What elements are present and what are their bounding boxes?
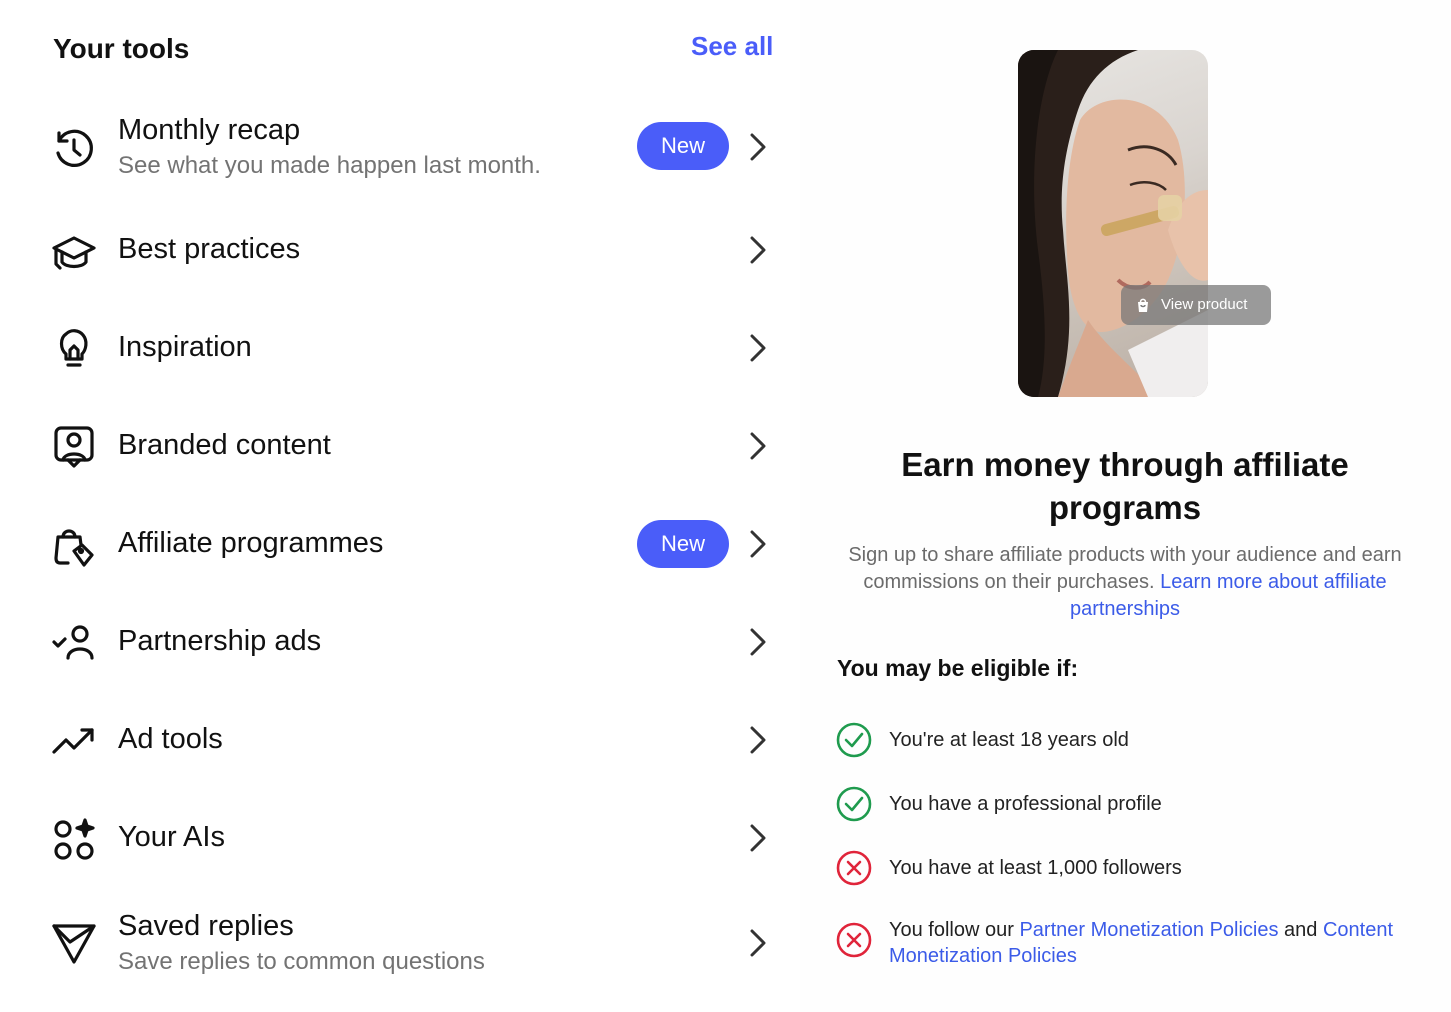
tool-row-inspiration[interactable]: Inspiration [0,304,800,394]
shopping-bag-icon [1138,298,1148,312]
tool-subtitle: See what you made happen last month. [118,152,541,179]
tool-row-saved-replies[interactable]: Saved replies Save replies to common que… [0,898,800,988]
your-tools-panel: Your tools See all Monthly recap See wha… [0,0,800,1012]
eligibility-heading: You may be eligible if: [837,655,1079,681]
tool-row-ad-tools[interactable]: Ad tools [0,696,800,786]
affiliate-info-panel: View product Earn money through affiliat… [800,0,1451,1012]
tool-row-branded-content[interactable]: Branded content [0,402,800,492]
affiliate-description: Sign up to share affiliate products with… [845,542,1405,623]
tool-label: Inspiration [118,331,252,363]
chevron-right-icon [744,230,772,270]
new-badge: New [637,520,729,568]
new-badge: New [637,122,729,170]
tool-label: Monthly recap [118,114,301,146]
eligibility-text: You're at least 18 years old [889,729,1129,751]
history-clock-icon [50,125,98,173]
person-check-icon [50,618,98,666]
tool-row-partnership-ads[interactable]: Partnership ads [0,598,800,688]
tool-row-your-ais[interactable]: Your AIs [0,794,800,884]
woman-applying-serum-image [1018,50,1208,397]
chevron-right-icon [744,328,772,368]
tool-label: Best practices [118,233,301,265]
partner-monetization-policies-link[interactable]: Partner Monetization Policies [1019,919,1278,941]
tool-label: Affiliate programmes [118,527,384,559]
product-video-thumbnail[interactable] [1018,50,1208,397]
tool-label: Ad tools [118,723,223,755]
tool-subtitle: Save replies to common questions [118,948,485,975]
send-icon [50,920,98,968]
your-tools-title: Your tools [53,33,190,64]
shopping-bag-tag-icon [50,521,98,569]
tool-row-best-practices[interactable]: Best practices [0,206,800,296]
policies-prefix: You follow our [889,919,1014,941]
see-all-link[interactable]: See all [691,31,773,62]
chevron-right-icon [744,622,772,662]
eligibility-text: You have at least 1,000 followers [889,857,1182,879]
chevron-right-icon [744,818,772,858]
affiliate-heading: Earn money through affiliate programs [901,446,1349,526]
check-circle-icon [836,722,872,758]
policies-and: and [1284,919,1318,941]
chevron-right-icon [744,720,772,760]
graduation-cap-icon [50,228,98,276]
view-product-button[interactable]: View product [1121,285,1271,325]
tool-label: Partnership ads [118,625,322,657]
x-circle-icon [836,922,872,958]
eligibility-text: You have a professional profile [889,793,1162,815]
chevron-right-icon [744,923,772,963]
chevron-right-icon [744,127,772,167]
trending-up-icon [50,716,98,764]
eligibility-text-policies: You follow our Partner Monetization Poli… [889,917,1409,969]
branded-content-icon [50,422,98,470]
view-product-label: View product [1161,296,1248,313]
check-circle-icon [836,786,872,822]
tool-row-monthly-recap[interactable]: Monthly recap See what you made happen l… [0,102,800,192]
chevron-right-icon [744,426,772,466]
chevron-right-icon [744,524,772,564]
x-circle-icon [836,850,872,886]
tool-label: Branded content [118,429,331,461]
tool-label: Your AIs [118,821,225,853]
lightbulb-icon [50,324,98,372]
tool-label: Saved replies [118,910,294,942]
tool-row-affiliate-programmes[interactable]: Affiliate programmes New [0,500,800,590]
ai-sparkle-icon [50,816,98,864]
